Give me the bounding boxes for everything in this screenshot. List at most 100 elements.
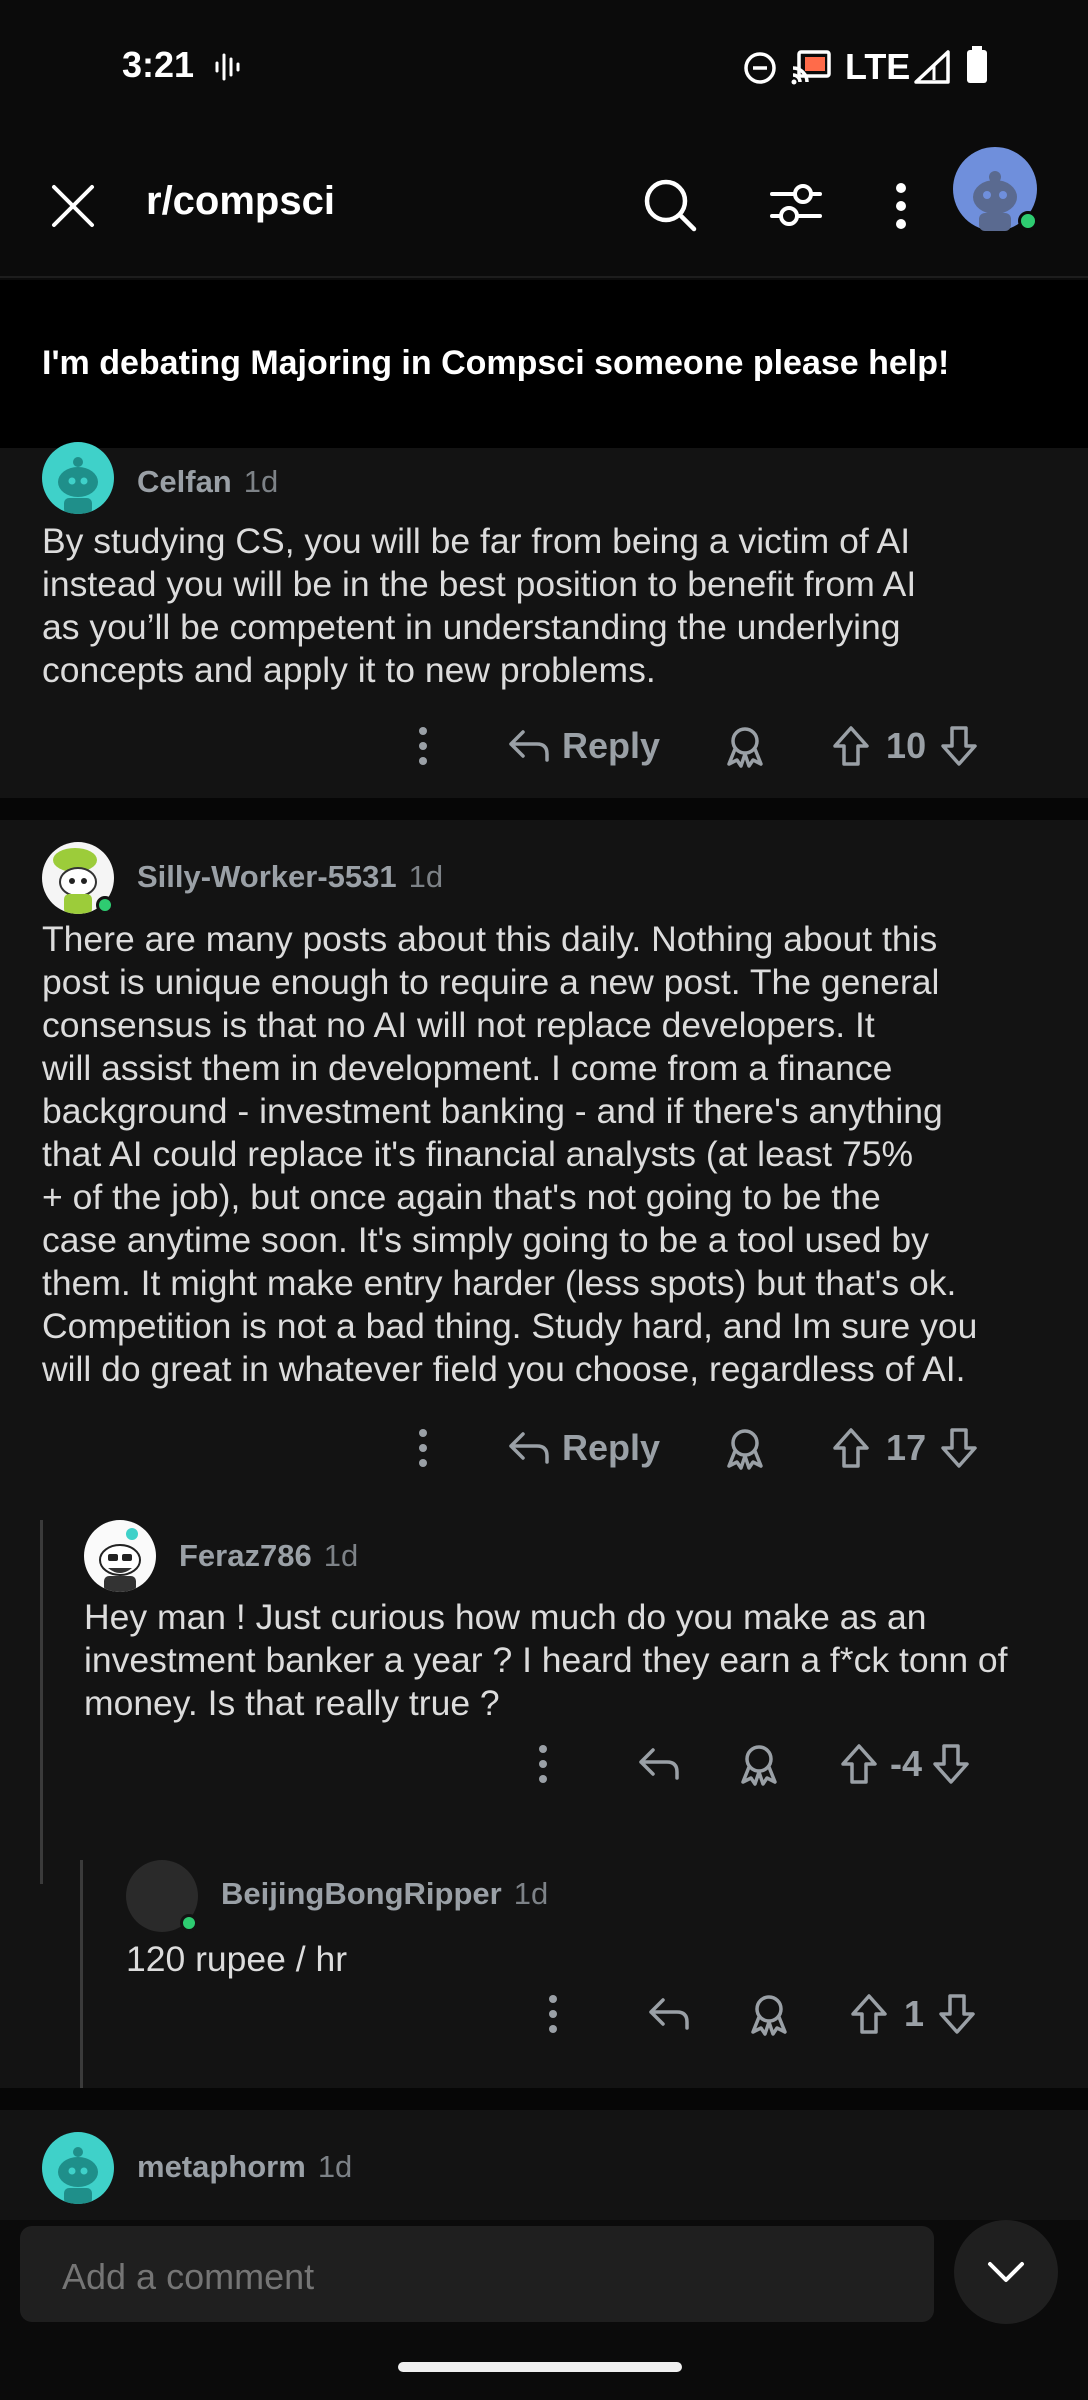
reply-icon <box>506 1425 552 1471</box>
subreddit-name[interactable]: r/compsci <box>146 179 335 224</box>
award-icon[interactable] <box>722 1425 768 1471</box>
comment-body: There are many posts about this daily. N… <box>42 918 977 1391</box>
comment-body: 120 rupee / hr <box>126 1938 347 1981</box>
collapse-button[interactable] <box>954 2220 1058 2324</box>
comment-line: case anytime soon. It's simply going to … <box>42 1220 929 1260</box>
comment-username[interactable]: BeijingBongRipper <box>221 1876 502 1912</box>
comment-silly-worker: Silly-Worker-5531 1d There are many post… <box>0 820 1088 2104</box>
comment-line: concepts and apply it to new problems. <box>42 650 656 690</box>
award-icon[interactable] <box>736 1741 782 1787</box>
comment-username[interactable]: Celfan <box>137 464 232 500</box>
reply-icon[interactable] <box>636 1741 682 1787</box>
comment-line: investment banker a year ? I heard they … <box>84 1640 1008 1680</box>
search-icon[interactable] <box>642 177 698 233</box>
upvote-icon[interactable] <box>828 723 874 769</box>
comment-meta: BeijingBongRipper 1d <box>221 1864 548 1924</box>
reply-button[interactable]: Reply <box>506 1425 660 1471</box>
more-options-icon[interactable] <box>400 723 446 769</box>
comment-celfan: Celfan 1d By studying CS, you will be fa… <box>0 442 1088 798</box>
do-not-disturb-icon <box>742 50 778 86</box>
sort-filter-icon[interactable] <box>768 181 824 229</box>
comment-actions: -4 <box>520 1734 974 1794</box>
chevron-down-icon <box>986 2260 1026 2284</box>
comment-line: Hey man ! Just curious how much do you m… <box>84 1597 927 1637</box>
vote-count: 1 <box>904 1993 925 2034</box>
more-options-icon[interactable] <box>400 1425 446 1471</box>
divider <box>0 798 1088 820</box>
comment-meta: Feraz786 1d <box>179 1526 358 1586</box>
network-type: LTE <box>845 46 911 87</box>
online-indicator <box>96 896 114 914</box>
online-indicator <box>180 1914 198 1932</box>
downvote-icon[interactable] <box>928 1741 974 1787</box>
comment-meta: metaphorm 1d <box>137 2137 352 2197</box>
avatar[interactable] <box>84 1520 156 1592</box>
comment-line: 120 rupee / hr <box>126 1939 348 1979</box>
reply-icon <box>506 723 552 769</box>
status-time: 3:21 <box>122 44 195 85</box>
comment-username[interactable]: metaphorm <box>137 2149 306 2185</box>
reply-label: Reply <box>562 1427 661 1468</box>
comment-actions: Reply 10 <box>400 716 982 776</box>
comment-time: 1d <box>408 859 444 894</box>
comment-time: 1d <box>317 2149 353 2184</box>
thread-line[interactable] <box>80 1860 83 2104</box>
comment-line: + of the job), but once again that's not… <box>42 1177 881 1217</box>
comment-actions: Reply 17 <box>400 1418 982 1478</box>
cast-icon <box>790 48 832 86</box>
upvote-icon[interactable] <box>846 1991 892 2037</box>
comment-line: post is unique enough to require a new p… <box>42 962 940 1002</box>
comment-time: 1d <box>243 464 279 499</box>
comment-username[interactable]: Silly-Worker-5531 <box>137 859 397 895</box>
divider <box>0 2088 1088 2110</box>
downvote-icon[interactable] <box>934 1991 980 2037</box>
comment-username[interactable]: Feraz786 <box>179 1538 312 1574</box>
downvote-icon[interactable] <box>936 723 982 769</box>
reply-icon[interactable] <box>646 1991 692 2037</box>
avatar[interactable] <box>42 442 114 514</box>
comment-meta: Silly-Worker-5531 1d <box>137 847 443 907</box>
add-comment-input[interactable] <box>62 2256 882 2298</box>
comment-line: as you’ll be competent in understanding … <box>42 607 901 647</box>
vote-count: 10 <box>886 725 927 766</box>
thread-line[interactable] <box>40 1520 43 1884</box>
more-options-icon[interactable] <box>520 1741 566 1787</box>
comment-body: Hey man ! Just curious how much do you m… <box>84 1596 1008 1725</box>
post-title[interactable]: I'm debating Majoring in Compsci someone… <box>42 344 949 383</box>
comment-metaphorm: metaphorm 1d <box>0 2110 1088 2220</box>
comment-line: By studying CS, you will be far from bei… <box>42 521 911 561</box>
comment-body: By studying CS, you will be far from bei… <box>42 520 916 692</box>
award-icon[interactable] <box>746 1991 792 2037</box>
more-options-icon[interactable] <box>894 181 908 231</box>
upvote-icon[interactable] <box>836 1741 882 1787</box>
award-icon[interactable] <box>722 723 768 769</box>
gesture-bar[interactable] <box>398 2362 682 2372</box>
comment-line: will assist them in development. I come … <box>42 1048 893 1088</box>
reply-button[interactable]: Reply <box>506 723 660 769</box>
reply-label: Reply <box>562 725 661 766</box>
post-title-bar: I'm debating Majoring in Compsci someone… <box>0 280 1088 448</box>
app-header: r/compsci <box>0 135 1088 278</box>
avatar[interactable] <box>42 2132 114 2204</box>
comment-line: money. Is that really true ? <box>84 1683 500 1723</box>
comment-line: Competition is not a bad thing. Study ha… <box>42 1306 978 1346</box>
comment-actions: 1 <box>530 1984 980 2044</box>
status-bar: 3:21 LTE <box>0 0 1088 135</box>
online-indicator <box>1018 211 1038 231</box>
comment-line: them. It might make entry harder (less s… <box>42 1263 957 1303</box>
comment-composer[interactable] <box>20 2226 934 2322</box>
voice-icon <box>214 50 242 84</box>
more-options-icon[interactable] <box>530 1991 576 2037</box>
comment-line: that AI could replace it's financial ana… <box>42 1134 914 1174</box>
vote-count: 17 <box>886 1427 927 1468</box>
battery-icon <box>966 46 988 84</box>
comment-line: instead you will be in the best position… <box>42 564 917 604</box>
upvote-icon[interactable] <box>828 1425 874 1471</box>
vote-count: -4 <box>890 1743 923 1784</box>
downvote-icon[interactable] <box>936 1425 982 1471</box>
comment-meta: Celfan 1d <box>137 452 278 512</box>
signal-icon <box>914 50 950 84</box>
close-icon[interactable] <box>48 181 98 231</box>
comment-time: 1d <box>323 1538 359 1573</box>
comment-line: background - investment banking - and if… <box>42 1091 943 1131</box>
